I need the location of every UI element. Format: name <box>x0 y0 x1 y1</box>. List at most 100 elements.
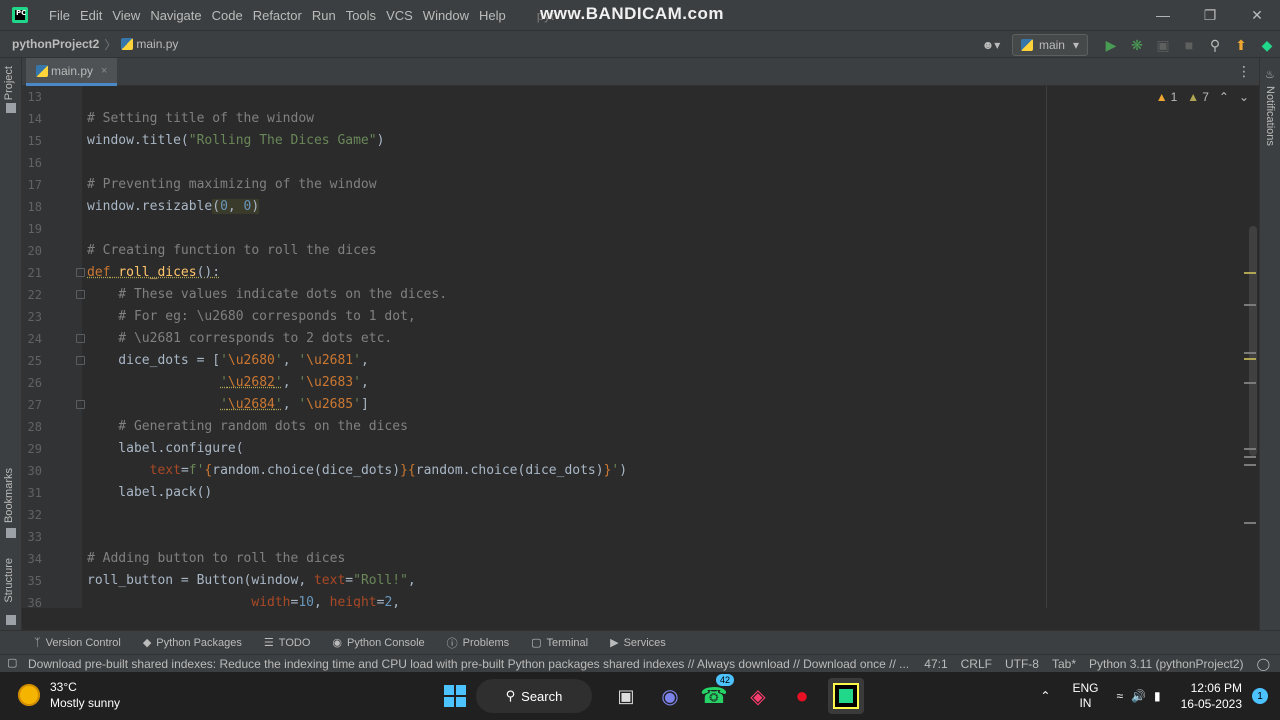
code-editor[interactable]: 13 14 # Setting title of the window 15 win… <box>22 86 1259 608</box>
task-view-icon: ▣ <box>617 685 635 706</box>
menu-refactor[interactable]: Refactor <box>248 8 307 23</box>
more-tabs-icon[interactable]: ⋮ <box>1237 63 1251 80</box>
chevron-down-icon[interactable]: ⌄ <box>1239 90 1249 104</box>
teams-chat-button[interactable]: ◉ <box>652 678 688 714</box>
notification-badge[interactable]: 1 <box>1252 688 1268 704</box>
tool-python-packages[interactable]: ◆ Python Packages <box>143 636 242 650</box>
minimize-icon: — <box>1156 7 1170 23</box>
fold-icon[interactable] <box>76 356 85 365</box>
services-icon: ▶ <box>610 637 619 649</box>
weather-widget[interactable]: 33°C Mostly sunny <box>18 679 120 711</box>
tab-main-py[interactable]: main.py × <box>26 58 118 86</box>
fold-icon[interactable] <box>76 268 85 277</box>
clock[interactable]: 12:06 PM 16-05-2023 <box>1181 680 1242 712</box>
tool-version-control[interactable]: ᛉ Version Control <box>34 637 121 649</box>
pycharm-taskbar-button[interactable] <box>828 678 864 714</box>
run-configuration-selector[interactable]: main ▾ <box>1011 34 1088 56</box>
bookmarks-tool-button[interactable]: Bookmarks <box>3 468 15 523</box>
menu-edit[interactable]: Edit <box>75 8 107 23</box>
stripe-marker[interactable] <box>1244 448 1256 450</box>
taskbar-search[interactable]: ⚲ Search <box>476 679 592 713</box>
media-app-button[interactable]: ◈ <box>740 678 776 714</box>
stop-button[interactable]: ■ <box>1176 34 1202 56</box>
tool-problems[interactable]: ⓘ Problems <box>447 635 509 651</box>
wifi-icon[interactable]: ≈ <box>1116 689 1123 703</box>
stripe-marker[interactable] <box>1244 464 1256 466</box>
volume-icon[interactable]: 🔊 <box>1131 689 1146 703</box>
settings-button[interactable]: ◆ <box>1254 34 1280 56</box>
search-icon: ⚲ <box>505 688 516 703</box>
menu-navigate[interactable]: Navigate <box>145 8 206 23</box>
vcs-user-button[interactable]: ☻▾ <box>976 34 1006 56</box>
battery-icon[interactable]: ▮ <box>1154 689 1161 703</box>
problems-icon: ⓘ <box>446 637 458 650</box>
user-icon: ☻▾ <box>981 38 1001 52</box>
tool-services[interactable]: ▶ Services <box>610 636 666 650</box>
menu-run[interactable]: Run <box>307 8 341 23</box>
start-button[interactable] <box>444 685 466 707</box>
code-line: 23 # For eg: \u2680 corresponds to 1 dot… <box>27 309 416 324</box>
pycharm-logo-icon: PC <box>12 7 28 23</box>
code-line: 33 <box>27 530 42 544</box>
breadcrumb-file[interactable]: main.py <box>121 37 178 51</box>
menu-view[interactable]: View <box>107 8 145 23</box>
inspection-widget[interactable]: ▲ 1 ▲ 7 ⌃ ⌄ <box>1156 90 1249 104</box>
close-window-button[interactable]: ✕ <box>1234 0 1280 30</box>
menu-help[interactable]: Help <box>474 8 511 23</box>
chevron-up-icon[interactable]: ⌃ <box>1219 90 1229 104</box>
menu-code[interactable]: Code <box>207 8 248 23</box>
stripe-marker[interactable] <box>1244 352 1256 354</box>
tool-todo[interactable]: ☰ TODO <box>264 636 310 650</box>
chat-icon: ◉ <box>661 685 679 708</box>
lock-icon[interactable]: ◯ <box>1257 657 1270 671</box>
python-interpreter[interactable]: Python 3.11 (pythonProject2) <box>1089 657 1244 671</box>
language-indicator[interactable]: ENG IN <box>1072 681 1098 711</box>
breadcrumb-project[interactable]: pythonProject2 <box>12 37 99 51</box>
tool-python-console[interactable]: ◉ Python Console <box>332 636 424 650</box>
python-file-icon <box>36 64 48 77</box>
bell-icon: ♨ <box>1265 69 1275 81</box>
file-encoding[interactable]: UTF-8 <box>1005 657 1039 671</box>
notifications-tool-button[interactable]: Notifications <box>1264 86 1276 146</box>
tool-terminal[interactable]: ▢ Terminal <box>531 636 588 650</box>
line-separator[interactable]: CRLF <box>961 657 992 671</box>
minimize-button[interactable]: — <box>1140 0 1186 30</box>
indent-setting[interactable]: Tab* <box>1052 657 1076 671</box>
breadcrumb-separator: 〉 <box>104 37 117 52</box>
project-tool-button[interactable]: Project <box>3 66 15 100</box>
close-tab-icon[interactable]: × <box>101 65 107 77</box>
chevron-up-icon[interactable]: ⌃ <box>1040 689 1050 703</box>
warning-stripe-marker[interactable] <box>1244 272 1256 274</box>
menu-window[interactable]: Window <box>418 8 474 23</box>
code-line: 17 # Preventing maximizing of the window <box>27 177 377 192</box>
fold-icon[interactable] <box>76 290 85 299</box>
menu-vcs[interactable]: VCS <box>381 8 418 23</box>
stripe-marker[interactable] <box>1244 456 1256 458</box>
code-line: 34 # Adding button to roll the dices <box>27 551 346 566</box>
status-message[interactable]: Download pre-built shared indexes: Reduc… <box>28 657 908 671</box>
stripe-marker[interactable] <box>1244 304 1256 306</box>
fold-icon[interactable] <box>76 334 85 343</box>
main-menu: File Edit View Navigate Code Refactor Ru… <box>44 8 511 23</box>
menu-tools[interactable]: Tools <box>341 8 381 23</box>
stripe-marker[interactable] <box>1244 382 1256 384</box>
run-button[interactable]: ▶ <box>1098 34 1124 56</box>
caret-position[interactable]: 47:1 <box>924 657 947 671</box>
menu-file[interactable]: File <box>44 8 75 23</box>
debug-button[interactable]: ❋ <box>1124 34 1150 56</box>
search-everywhere-button[interactable]: ⚲ <box>1202 34 1228 56</box>
bandicam-button[interactable]: ● <box>784 678 820 714</box>
warning-stripe-marker[interactable] <box>1244 358 1256 360</box>
whatsapp-button[interactable]: ☎ 42 <box>696 674 734 714</box>
toggle-tool-windows-icon[interactable]: ▢ <box>7 656 17 669</box>
structure-tool-button[interactable]: Structure <box>3 558 15 603</box>
updates-button[interactable]: ⬆ <box>1228 34 1254 56</box>
coverage-button[interactable]: ▣ <box>1150 34 1176 56</box>
editor-scrollbar[interactable] <box>1249 226 1257 456</box>
pycharm-icon <box>833 683 859 709</box>
stripe-marker[interactable] <box>1244 522 1256 524</box>
task-view-button[interactable]: ▣ <box>608 678 644 714</box>
toolbar-right: ☻▾ main ▾ ▶ ❋ ▣ ■ ⚲ ⬆ ◆ <box>976 31 1280 59</box>
fold-icon[interactable] <box>76 400 85 409</box>
restore-button[interactable]: ❐ <box>1187 0 1233 30</box>
